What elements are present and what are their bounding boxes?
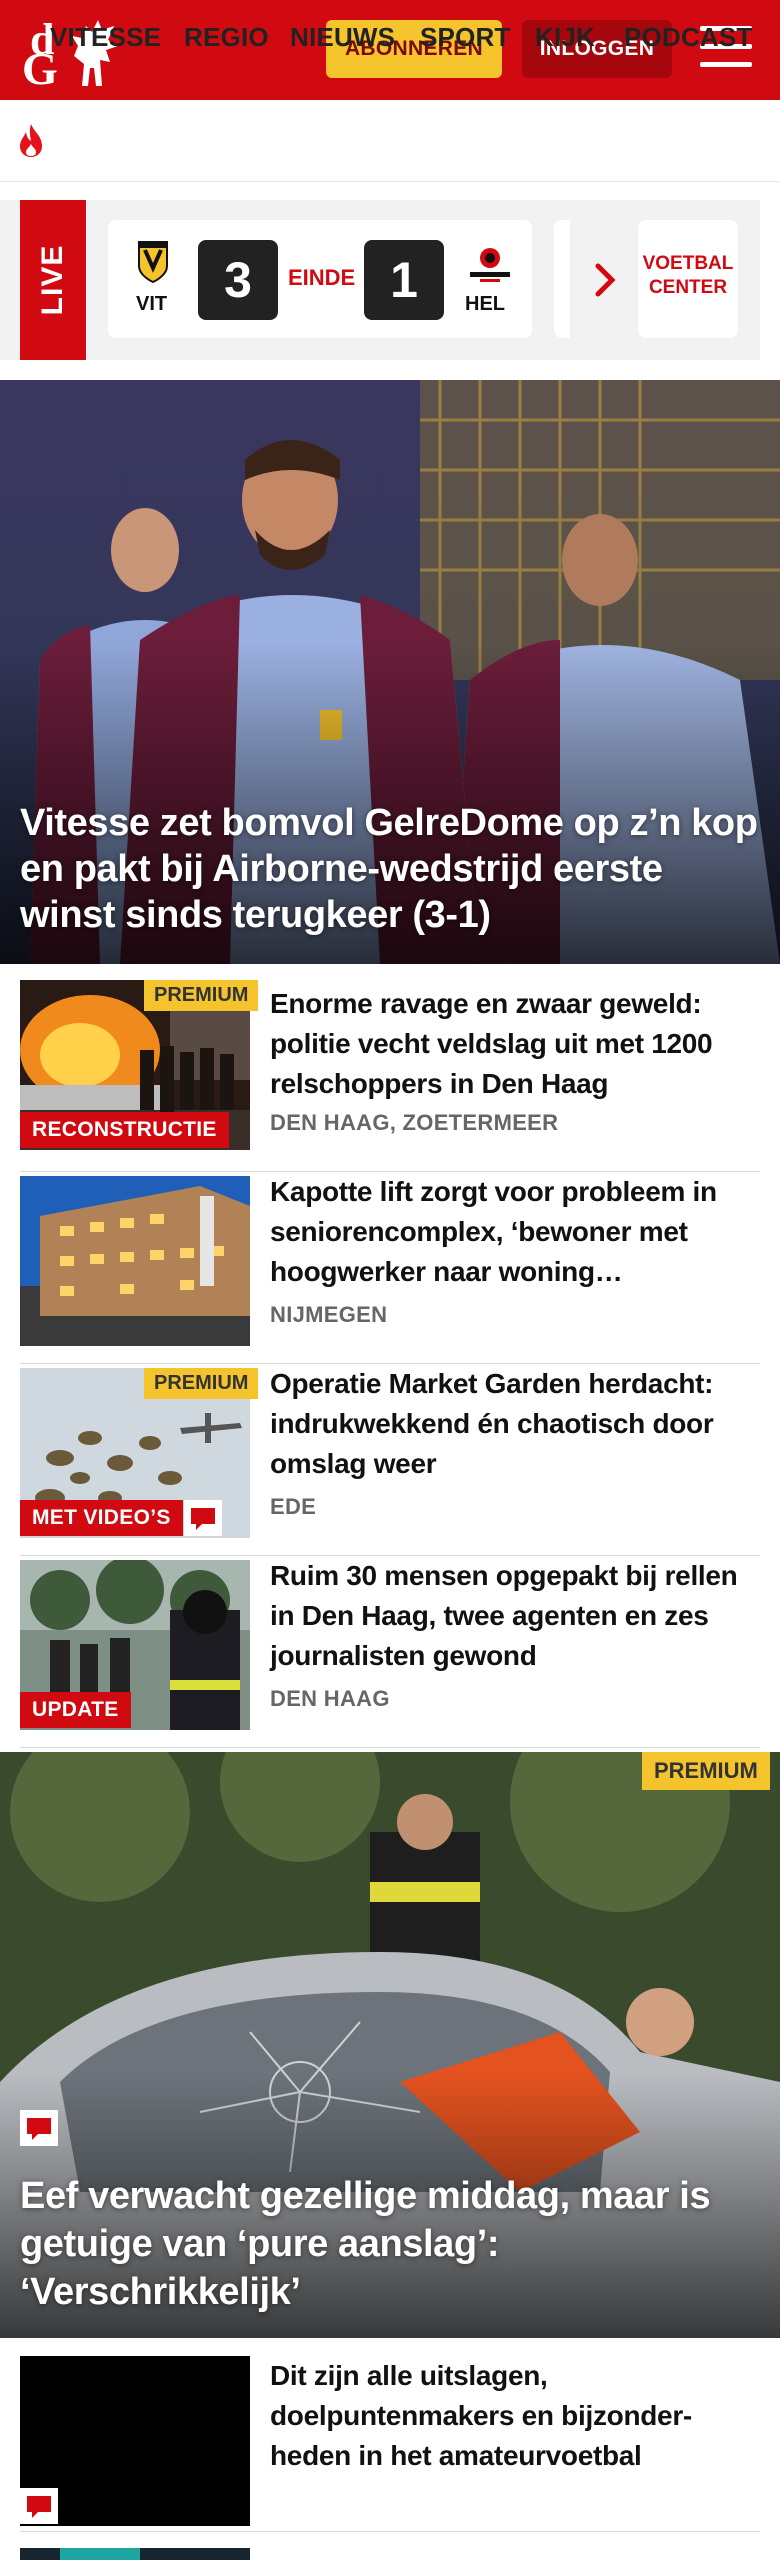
- nav-item-nieuws[interactable]: NIEUWS: [290, 22, 395, 53]
- home-score: 3: [198, 240, 278, 320]
- voetbalcenter-line1: VOETBAL: [642, 253, 734, 274]
- senior-complex-photo: [20, 1176, 250, 1346]
- article-thumbnail-partial[interactable]: [20, 2548, 250, 2560]
- comment-badge: [20, 2110, 58, 2146]
- featured-headline[interactable]: Eef verwacht gezellige middag, maar is g…: [20, 2172, 760, 2316]
- article-location: DEN HAAG, ZOETERMEER: [270, 1110, 559, 1135]
- live-tag: LIVE: [20, 200, 86, 360]
- article-item[interactable]: Dit zijn alle uitslagen, doelpuntenmaker…: [20, 2356, 760, 2532]
- article-item[interactable]: PREMIUM RECONSTRUCTIE Enorme ravage en z…: [20, 980, 760, 1172]
- comment-badge: [20, 2488, 58, 2524]
- chevron-right-icon[interactable]: [592, 262, 618, 298]
- article-item[interactable]: Kapotte lift zorgt voor probleem in seni…: [20, 1172, 760, 1364]
- article-title[interactable]: Kapotte lift zorgt voor probleem in seni…: [270, 1172, 750, 1292]
- live-label: LIVE: [36, 244, 69, 316]
- thumbnail-highlight: [60, 2548, 140, 2560]
- voetbalcenter-line2: CENTER: [648, 277, 728, 298]
- comment-icon: [27, 2118, 51, 2140]
- comment-icon: [191, 1508, 215, 1530]
- article-title[interactable]: Operatie Market Garden herdacht: indrukw…: [270, 1364, 750, 1484]
- away-score: 1: [364, 240, 444, 320]
- nav-item-kijk[interactable]: KIJK: [535, 22, 595, 53]
- article-title[interactable]: Ruim 30 mensen opgepakt bij rellen in De…: [270, 1556, 750, 1676]
- next-match-card[interactable]: [554, 220, 570, 338]
- article-location: DEN HAAG: [270, 1686, 390, 1711]
- article-title[interactable]: Dit zijn alle uitslagen, doelpuntenmaker…: [270, 2356, 750, 2476]
- comment-icon: [27, 2496, 51, 2518]
- nav-item-podcast[interactable]: PODCAST: [624, 22, 753, 53]
- match-status: EINDE: [288, 265, 356, 290]
- hero-headline[interactable]: Vitesse zet bomvol GelreDome op z’n kop …: [20, 800, 760, 938]
- update-badge: UPDATE: [20, 1692, 131, 1728]
- nav-item-sport[interactable]: SPORT: [420, 22, 511, 53]
- article-location: EDE: [270, 1494, 317, 1519]
- nav-item-regio[interactable]: REGIO: [184, 22, 269, 53]
- section-nav: [0, 100, 780, 182]
- vitesse-logo-icon: [138, 241, 168, 284]
- article-location: NIJMEGEN: [270, 1302, 388, 1327]
- helmond-sport-logo-icon: [470, 248, 510, 282]
- article-thumbnail[interactable]: [20, 1176, 250, 1346]
- article-item[interactable]: UPDATE Ruim 30 mensen opgepakt bij relle…: [20, 1556, 760, 1748]
- video-badge: MET VIDEO’S: [20, 1500, 183, 1536]
- voetbalcenter-link[interactable]: VOETBAL CENTER: [638, 220, 738, 338]
- nav-item-vitesse[interactable]: VITESSE: [50, 22, 161, 53]
- reconstructie-badge: RECONSTRUCTIE: [20, 1112, 229, 1148]
- home-team-name: VIT: [136, 293, 168, 315]
- premium-badge: PREMIUM: [144, 980, 259, 1011]
- article-title[interactable]: Enorme ravage en zwaar geweld: politie v…: [270, 984, 750, 1104]
- premium-badge: PREMIUM: [642, 1752, 770, 1790]
- article-item[interactable]: PREMIUM MET VIDEO’S Operatie Market Gard…: [20, 1364, 760, 1556]
- premium-badge: PREMIUM: [144, 1368, 259, 1399]
- away-team-name: HEL: [465, 293, 505, 315]
- comment-badge: [184, 1500, 222, 1536]
- flame-icon: [20, 124, 42, 157]
